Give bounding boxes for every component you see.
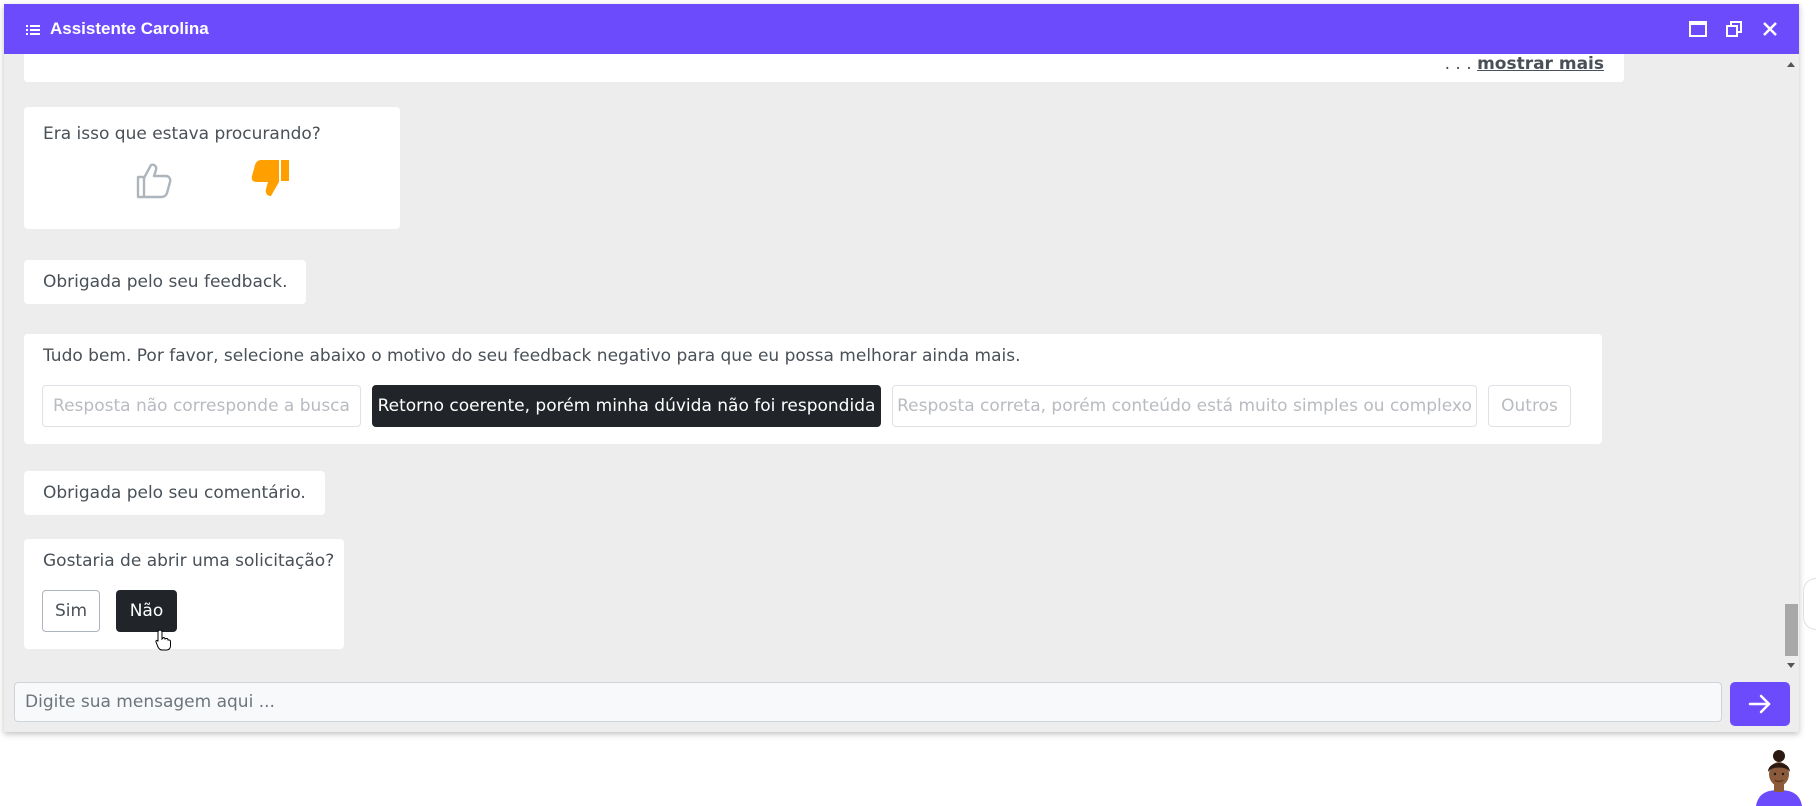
scroll-up-arrow-icon[interactable] xyxy=(1787,62,1795,67)
request-prompt-bubble: Gostaria de abrir uma solicitação? Sim N… xyxy=(24,539,344,649)
show-more-link[interactable]: mostrar mais xyxy=(1477,54,1604,74)
send-button[interactable] xyxy=(1730,682,1790,726)
composer xyxy=(14,676,1790,726)
request-prompt-text: Gostaria de abrir uma solicitação? xyxy=(43,551,335,571)
title-bar: Assistente Carolina xyxy=(4,4,1799,54)
reason-prompt-text: Tudo bem. Por favor, selecione abaixo o … xyxy=(43,346,1021,366)
scrollbar[interactable] xyxy=(1784,54,1799,676)
message-list: . . . mostrar mais Era isso que estava p… xyxy=(4,54,1784,676)
truncated-message: . . . mostrar mais xyxy=(24,54,1624,82)
reason-prompt-bubble: Tudo bem. Por favor, selecione abaixo o … xyxy=(24,334,1602,444)
thanks-feedback-bubble: Obrigada pelo seu feedback. xyxy=(24,260,307,304)
message-input[interactable] xyxy=(14,682,1722,722)
thanks-feedback-text: Obrigada pelo seu feedback. xyxy=(43,272,288,292)
arrow-right-icon xyxy=(1748,694,1771,714)
chat-window: Assistente Carolina . . . mostrar mais E… xyxy=(4,4,1799,732)
maximize-icon[interactable] xyxy=(1687,18,1709,40)
thumbs-up-icon[interactable] xyxy=(132,159,176,203)
reason-option-not-answered[interactable]: Retorno coerente, porém minha dúvida não… xyxy=(372,385,881,427)
reason-option-no-match[interactable]: Resposta não corresponde a busca xyxy=(42,385,361,427)
thumbs-down-icon[interactable] xyxy=(249,156,293,200)
hand-cursor-icon xyxy=(155,629,171,651)
thanks-comment-text: Obrigada pelo seu comentário. xyxy=(43,483,306,503)
ellipsis: . . . xyxy=(1444,54,1472,74)
list-icon[interactable] xyxy=(26,22,40,36)
show-more: . . . mostrar mais xyxy=(1445,54,1604,74)
thanks-comment-bubble: Obrigada pelo seu comentário. xyxy=(24,471,325,515)
scroll-down-arrow-icon[interactable] xyxy=(1787,663,1795,668)
feedback-question-text: Era isso que estava procurando? xyxy=(43,124,321,144)
close-icon[interactable] xyxy=(1759,18,1781,40)
reason-option-others[interactable]: Outros xyxy=(1488,385,1571,427)
window-title: Assistente Carolina xyxy=(50,19,209,38)
yes-button[interactable]: Sim xyxy=(42,590,100,632)
feedback-question-bubble: Era isso que estava procurando? xyxy=(24,107,400,229)
scroll-thumb[interactable] xyxy=(1785,604,1798,656)
no-button[interactable]: Não xyxy=(116,590,177,632)
side-edge-tab[interactable] xyxy=(1803,578,1816,630)
assistant-avatar[interactable] xyxy=(1754,748,1804,806)
reason-option-complexity[interactable]: Resposta correta, porém conteúdo está mu… xyxy=(892,385,1477,427)
restore-icon[interactable] xyxy=(1723,18,1745,40)
window-controls xyxy=(1687,4,1781,54)
